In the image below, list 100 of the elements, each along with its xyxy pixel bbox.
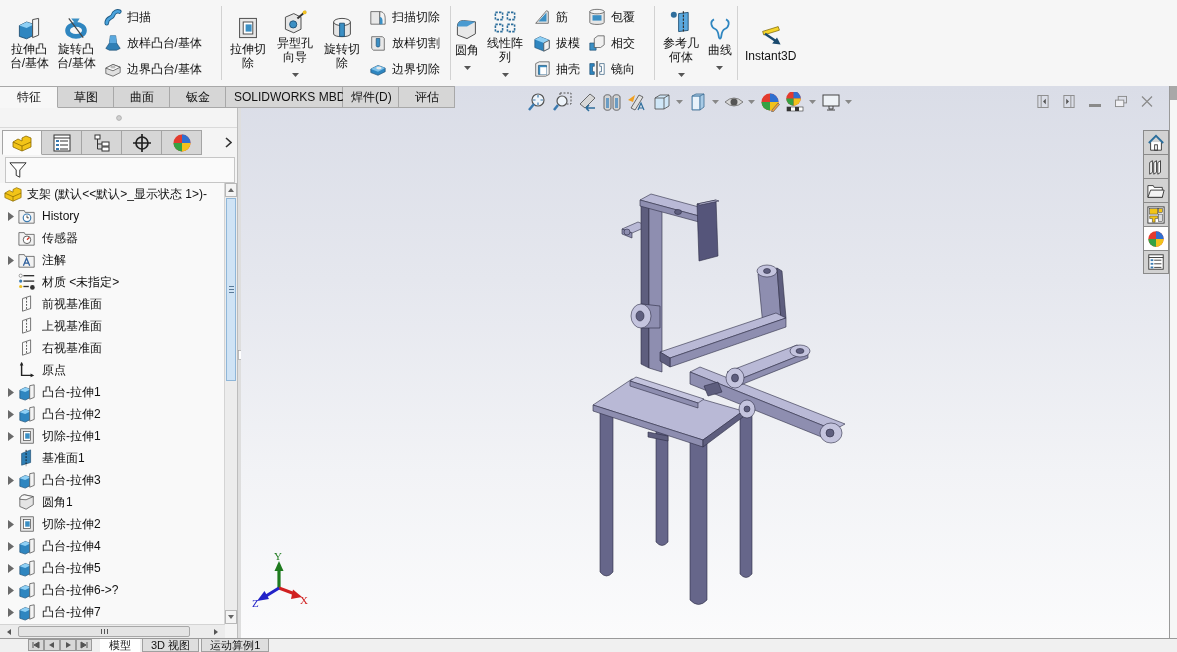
- command-button[interactable]: 异型孔向导: [273, 7, 317, 79]
- command-button[interactable]: 圆角: [454, 14, 480, 72]
- command-tab[interactable]: 曲面: [114, 86, 170, 108]
- tree-item[interactable]: 切除-拉伸1: [18, 427, 101, 445]
- command-button[interactable]: 拔模: [530, 33, 582, 53]
- color-ball-scene-icon[interactable]: [785, 92, 805, 112]
- expand-arrow-icon[interactable]: [8, 585, 14, 595]
- tree-item[interactable]: 传感器: [18, 229, 78, 247]
- bottom-tab[interactable]: 3D 视图: [142, 639, 200, 652]
- command-button[interactable]: 旋转切除: [320, 14, 364, 72]
- previous-tab-icon[interactable]: [44, 639, 60, 651]
- zoom-area-icon[interactable]: [552, 92, 572, 112]
- tile-right-icon[interactable]: [1063, 95, 1075, 108]
- command-tab[interactable]: 钣金: [170, 86, 226, 108]
- zoom-fit-icon[interactable]: [527, 92, 547, 112]
- caret-icon[interactable]: [677, 72, 685, 77]
- color-ball-pencil-icon[interactable]: [760, 92, 780, 112]
- scrollbar-thumb[interactable]: [226, 198, 236, 381]
- command-button[interactable]: 镜向: [585, 59, 637, 79]
- command-button[interactable]: 扫描: [101, 7, 204, 27]
- expand-arrow-icon[interactable]: [8, 519, 14, 529]
- shaded-cube-icon[interactable]: [688, 92, 708, 112]
- tree-item[interactable]: 凸台-拉伸3: [18, 471, 101, 489]
- panel-tab[interactable]: [122, 130, 162, 155]
- command-button[interactable]: 包覆: [585, 7, 637, 27]
- last-tab-icon[interactable]: [76, 639, 92, 651]
- splitter-grip-icon[interactable]: [237, 350, 242, 360]
- next-tab-icon[interactable]: [60, 639, 76, 651]
- tree-item[interactable]: 基准面1: [18, 449, 85, 467]
- first-tab-icon[interactable]: [28, 639, 44, 651]
- expand-arrow-icon[interactable]: [8, 475, 14, 485]
- command-button[interactable]: 线性阵列: [484, 7, 527, 79]
- monitor-icon[interactable]: [821, 92, 841, 112]
- command-button[interactable]: 抽壳: [530, 59, 582, 79]
- tree-item[interactable]: 圆角1: [18, 493, 73, 511]
- task-pane-tab[interactable]: [1143, 226, 1169, 250]
- tree-item[interactable]: 凸台-拉伸2: [18, 405, 101, 423]
- command-button[interactable]: 曲线: [706, 14, 733, 72]
- chevron-right-icon[interactable]: [225, 137, 232, 148]
- command-button[interactable]: 放样凸台/基体: [101, 33, 204, 53]
- panel-tab[interactable]: [82, 130, 122, 155]
- caret-icon[interactable]: [463, 65, 471, 70]
- scroll-down-icon[interactable]: [225, 610, 237, 624]
- expand-arrow-icon[interactable]: [8, 541, 14, 551]
- expand-arrow-icon[interactable]: [8, 563, 14, 573]
- scrollbar-thumb[interactable]: [18, 626, 190, 637]
- command-button[interactable]: 相交: [585, 33, 637, 53]
- command-button[interactable]: 参考几何体: [660, 7, 703, 79]
- command-button[interactable]: 放样切割: [367, 33, 443, 53]
- command-button[interactable]: 扫描切除: [367, 7, 443, 27]
- tree-item[interactable]: 原点: [18, 361, 66, 379]
- tree-item[interactable]: History: [18, 207, 80, 225]
- tree-item[interactable]: 凸台-拉伸7: [18, 603, 101, 621]
- vertical-scrollbar[interactable]: [224, 183, 237, 624]
- tree-item[interactable]: 上视基准面: [18, 317, 102, 335]
- tree-item[interactable]: 切除-拉伸2: [18, 515, 101, 533]
- previous-view-icon[interactable]: [577, 92, 597, 112]
- command-button[interactable]: 旋转凸台/基体: [54, 14, 98, 72]
- command-tab[interactable]: 草图: [58, 86, 114, 108]
- task-pane-tab[interactable]: [1143, 130, 1169, 154]
- command-tab[interactable]: 评估: [399, 86, 455, 108]
- horizontal-scrollbar[interactable]: [0, 624, 225, 638]
- filter-field[interactable]: [5, 157, 235, 183]
- expand-arrow-icon[interactable]: [8, 409, 14, 419]
- splitter-grip-icon[interactable]: [115, 114, 122, 121]
- command-button[interactable]: 筋: [530, 7, 582, 27]
- bottom-tab[interactable]: 模型: [100, 639, 140, 652]
- scroll-up-icon[interactable]: [225, 183, 237, 197]
- task-pane-tab[interactable]: [1143, 250, 1169, 274]
- command-button[interactable]: 边界切除: [367, 59, 443, 79]
- task-pane-tab[interactable]: [1143, 178, 1169, 202]
- command-tab[interactable]: 特征: [0, 86, 58, 108]
- annotation-view-icon[interactable]: [627, 92, 647, 112]
- restore-icon[interactable]: [1115, 95, 1127, 108]
- task-pane-tab[interactable]: [1143, 154, 1169, 178]
- tree-item[interactable]: 材质 <未指定>: [18, 273, 120, 291]
- tree-item[interactable]: 注解: [18, 251, 66, 269]
- tree-item[interactable]: 凸台-拉伸6->?: [18, 581, 119, 599]
- expand-arrow-icon[interactable]: [8, 255, 14, 265]
- tree-item[interactable]: 前视基准面: [18, 295, 102, 313]
- bottom-tab[interactable]: 运动算例1: [201, 639, 270, 652]
- caret-icon[interactable]: [716, 65, 724, 70]
- tree-item[interactable]: 凸台-拉伸5: [18, 559, 101, 577]
- expand-arrow-icon[interactable]: [8, 431, 14, 441]
- caret-icon[interactable]: [501, 72, 509, 77]
- tree-item[interactable]: 支架 (默认<<默认>_显示状态 1>)-: [4, 185, 208, 203]
- command-button[interactable]: 拉伸切除: [227, 14, 270, 72]
- expand-arrow-icon[interactable]: [8, 387, 14, 397]
- expand-arrow-icon[interactable]: [8, 211, 14, 221]
- command-tab[interactable]: 焊件(D): [343, 86, 399, 108]
- command-button[interactable]: Instant3D: [744, 21, 798, 65]
- expand-arrow-icon[interactable]: [8, 607, 14, 617]
- view-cube-icon[interactable]: [652, 92, 672, 112]
- command-button[interactable]: 边界凸台/基体: [101, 59, 204, 79]
- tree-item[interactable]: 凸台-拉伸1: [18, 383, 101, 401]
- tile-left-icon[interactable]: [1037, 95, 1049, 108]
- caret-icon[interactable]: [291, 72, 299, 77]
- tree-item[interactable]: 凸台-拉伸4: [18, 537, 101, 555]
- tree-item[interactable]: 右视基准面: [18, 339, 102, 357]
- command-button[interactable]: 拉伸凸台/基体: [8, 14, 51, 72]
